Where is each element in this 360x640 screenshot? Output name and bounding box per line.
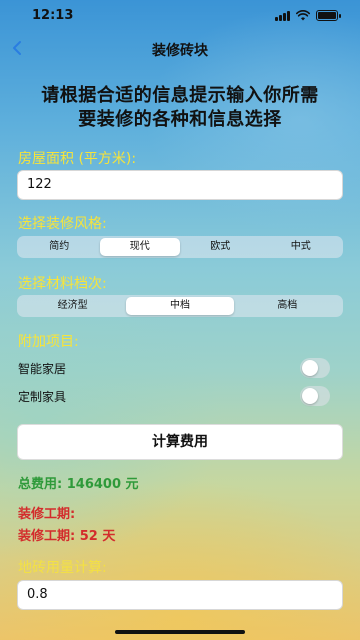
area-label: 房屋面积 (平方米): (18, 151, 137, 167)
calculate-button[interactable]: 计算费用 (17, 424, 343, 460)
signal-icon (275, 10, 290, 21)
area-input[interactable]: 122 (17, 170, 343, 200)
status-icons (275, 10, 341, 21)
wifi-icon (296, 10, 310, 21)
custom-furniture-toggle[interactable] (300, 386, 330, 406)
status-bar: 12:13 (0, 0, 360, 30)
tile-usage-label: 地砖用量计算: (18, 560, 107, 576)
duration-label: 装修工期: (18, 507, 76, 522)
nav-bar: 装修砖块 (0, 34, 360, 62)
material-option-mid[interactable]: 中档 (126, 297, 234, 315)
home-indicator (115, 630, 245, 634)
instruction-line-1: 请根据合适的信息提示输入你所需 (41, 85, 319, 106)
battery-icon (316, 10, 341, 21)
material-segmented-control: 经济型 中档 高档 (17, 295, 343, 317)
instruction-heading: 请根据合适的信息提示输入你所需 要装修的各种和信息选择 (12, 84, 348, 132)
style-option-zhongshi[interactable]: 中式 (261, 238, 342, 256)
toggle-knob (302, 388, 318, 404)
duration-value: 装修工期: 52 天 (18, 529, 116, 544)
material-label: 选择材料档次: (18, 276, 107, 292)
style-segmented-control: 简约 现代 欧式 中式 (17, 236, 343, 258)
style-option-jianyue[interactable]: 简约 (19, 238, 100, 256)
material-option-economy[interactable]: 经济型 (19, 297, 126, 315)
material-option-high[interactable]: 高档 (234, 297, 341, 315)
page-title: 装修砖块 (152, 43, 208, 59)
status-time: 12:13 (32, 8, 74, 23)
instruction-line-2: 要装修的各种和信息选择 (78, 109, 282, 130)
toggle-knob (302, 360, 318, 376)
style-option-xiandai[interactable]: 现代 (99, 238, 180, 256)
smart-home-label: 智能家居 (18, 362, 67, 376)
style-label: 选择装修风格: (18, 216, 107, 232)
custom-furniture-label: 定制家具 (18, 390, 67, 404)
smart-home-toggle[interactable] (300, 358, 330, 378)
extras-label: 附加项目: (18, 334, 79, 350)
total-cost-text: 总费用: 146400 元 (18, 477, 139, 492)
tile-usage-input[interactable]: 0.8 (17, 580, 343, 610)
style-option-oushi[interactable]: 欧式 (180, 238, 261, 256)
